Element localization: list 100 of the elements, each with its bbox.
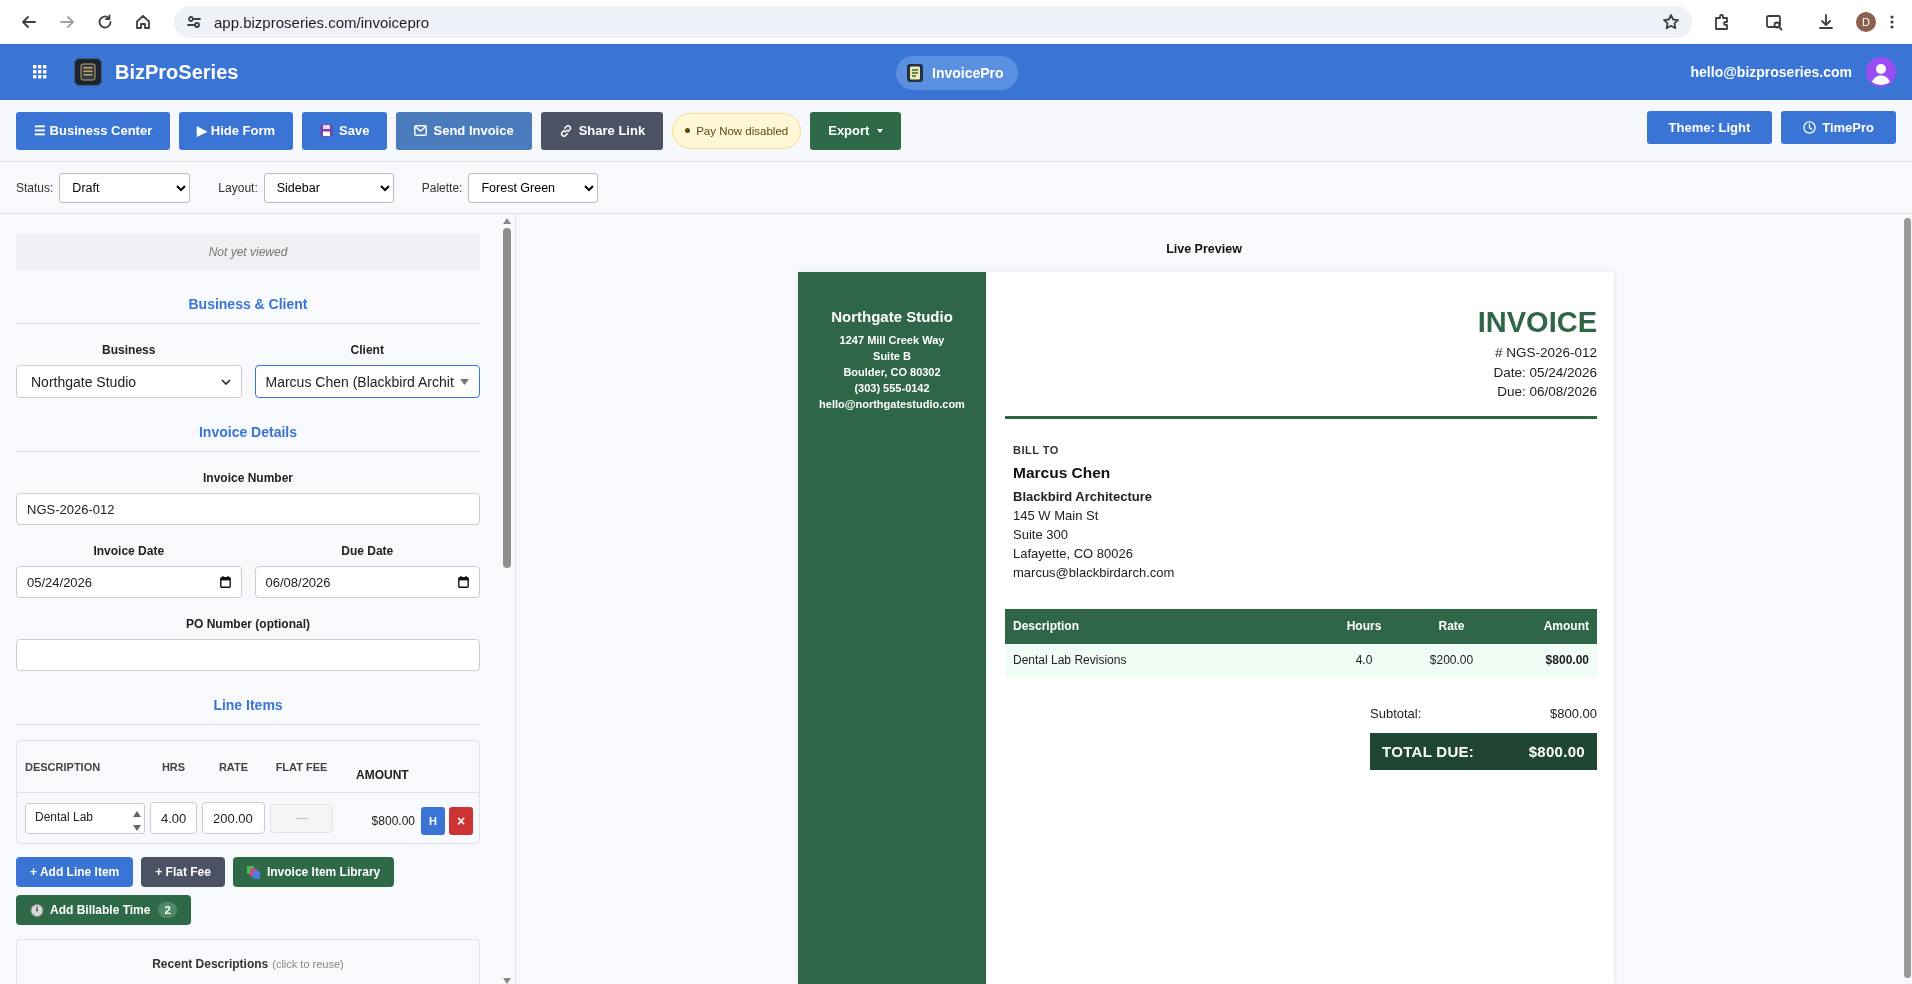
toolbar-button[interactable]: ☰ Business Center <box>16 111 171 150</box>
count-badge: 2 <box>158 902 177 918</box>
business-detail: (303) 555-0142 <box>853 381 931 396</box>
dropdown-field[interactable]: Marcus Chen (Blackbird Archit <box>254 365 480 398</box>
download-icon[interactable] <box>1817 13 1835 31</box>
filter-label: Palette: <box>421 180 463 195</box>
filter-dropdown[interactable]: Forest Green <box>468 172 599 203</box>
client-detail: Suite 300 <box>1013 525 1069 544</box>
column-header: DESCRIPTION <box>25 760 102 773</box>
column-header: Hours <box>1345 619 1383 633</box>
timepro-button[interactable]: TimePro <box>1781 111 1896 144</box>
export-button[interactable]: Export <box>810 111 902 150</box>
dropdown-triangle-icon <box>460 378 469 385</box>
logo-icon <box>74 58 102 86</box>
column-header: FLAT FEE <box>274 760 329 773</box>
client-detail: Lafayette, CO 80026 <box>1013 544 1134 563</box>
document-icon <box>906 63 924 83</box>
save-button[interactable]: Save <box>302 111 388 150</box>
hours-field[interactable]: 4.00 <box>150 802 197 834</box>
profile-avatar[interactable]: D <box>1856 12 1876 32</box>
column-header: Description <box>1013 619 1080 633</box>
home-icon[interactable] <box>135 14 151 30</box>
app-grid-icon[interactable] <box>33 65 47 79</box>
preview-title: Live Preview <box>1166 242 1242 256</box>
bookmark-star-icon[interactable] <box>1662 13 1680 31</box>
brand-name: BizProSeries <box>115 60 239 84</box>
date-field[interactable]: 05/24/2026 <box>16 566 242 598</box>
client-company: Blackbird Architecture <box>1013 487 1153 506</box>
total-label: TOTAL DUE: <box>1382 742 1475 760</box>
scroll-up-icon[interactable] <box>503 218 511 224</box>
business-detail: 1247 Mill Creek Way <box>838 333 946 348</box>
section-heading: Invoice Details <box>198 424 297 440</box>
date-field[interactable]: 06/08/2026 <box>254 566 480 598</box>
remove-button[interactable]: × <box>449 806 473 835</box>
stacked-books-icon <box>246 865 261 879</box>
caret-icon <box>877 128 884 133</box>
field-label: Invoice Number <box>202 470 294 487</box>
item-library-button[interactable]: Invoice Item Library <box>232 857 395 887</box>
share-link-button[interactable]: Share Link <box>540 111 664 150</box>
reload-icon[interactable] <box>97 14 113 30</box>
bill-to-label: BILL TO <box>1013 443 1060 456</box>
filter-label: Layout: <box>218 180 258 195</box>
scrollbar[interactable] <box>502 218 512 984</box>
scroll-arrows-icon <box>133 809 141 832</box>
invoice-meta: Date: 05/24/2026 <box>1492 363 1597 382</box>
calendar-icon[interactable] <box>219 576 231 588</box>
invoice-number-field[interactable]: NGS-2026-012 <box>16 493 480 525</box>
table-cell-text: 4.0 <box>1354 653 1374 667</box>
filter-dropdown[interactable]: Sidebar <box>263 172 394 203</box>
total-value: $800.00 <box>1528 742 1585 760</box>
scroll-down-icon[interactable] <box>503 978 511 984</box>
flat-fee-button[interactable]: + Flat Fee <box>141 857 225 887</box>
business-detail: Boulder, CO 80302 <box>842 365 942 380</box>
send-invoice-button[interactable]: Send Invoice <box>396 111 532 150</box>
field-label: Invoice Date <box>92 543 166 560</box>
extensions-icon[interactable] <box>1713 13 1731 31</box>
business-detail: Suite B <box>872 349 912 364</box>
subtotal-label: Subtotal: <box>1370 705 1422 721</box>
field-label: PO Number (optional) <box>185 616 311 633</box>
filter-dropdown[interactable]: Draft <box>59 172 191 203</box>
scrollbar-thumb[interactable] <box>503 228 511 568</box>
calendar-icon[interactable] <box>458 576 469 588</box>
filter-label: Status: <box>16 180 54 195</box>
status-dot-icon <box>685 128 691 133</box>
rate-field[interactable]: 200.00 <box>202 802 265 834</box>
account-email: hello@bizproseries.com <box>1690 64 1852 80</box>
field-label: Due Date <box>340 543 395 560</box>
invoice-meta: # NGS-2026-012 <box>1493 344 1597 362</box>
description-field[interactable]: Dental Lab <box>25 802 145 834</box>
url-text: app.bizproseries.com/invoicepro <box>214 13 430 31</box>
toolbar-button[interactable]: ▶ Hide Form <box>179 111 294 150</box>
column-header: RATE <box>217 760 250 773</box>
clock-icon <box>1803 121 1817 134</box>
chevron-down-icon <box>220 378 231 385</box>
po-number-field[interactable] <box>16 639 480 671</box>
scrollbar-thumb[interactable] <box>1903 218 1911 978</box>
section-heading: Business & Client <box>188 296 308 312</box>
panel-title: Recent Descriptions <box>152 957 269 971</box>
theme-button[interactable]: Theme: Light <box>1646 111 1773 144</box>
link-icon <box>558 123 573 138</box>
envelope-icon <box>414 125 428 136</box>
more-menu-icon[interactable] <box>1890 14 1894 30</box>
add-line-item-button[interactable]: + Add Line Item <box>16 857 134 887</box>
column-header: Rate <box>1437 619 1466 633</box>
back-icon[interactable] <box>21 14 37 30</box>
stopwatch-icon <box>30 903 44 917</box>
address-bar[interactable]: app.bizproseries.com/invoicepro <box>174 6 1692 38</box>
field-label: Client <box>349 342 385 359</box>
client-name: Marcus Chen <box>1013 463 1112 482</box>
billable-time-button[interactable]: Add Billable Time 2 <box>16 895 191 925</box>
client-detail: 145 W Main St <box>1013 506 1100 525</box>
amount-text: $800.00 <box>371 813 415 828</box>
user-avatar-icon[interactable] <box>1866 57 1896 87</box>
site-settings-icon[interactable] <box>186 14 202 30</box>
field-label: Business <box>101 342 157 359</box>
tab-search-icon[interactable] <box>1765 13 1783 31</box>
invoice-meta: Due: 06/08/2026 <box>1496 383 1597 401</box>
subtotal-value: $800.00 <box>1550 705 1597 721</box>
hourly-button[interactable]: H <box>421 806 445 835</box>
dropdown-field[interactable]: Northgate Studio <box>16 365 242 398</box>
